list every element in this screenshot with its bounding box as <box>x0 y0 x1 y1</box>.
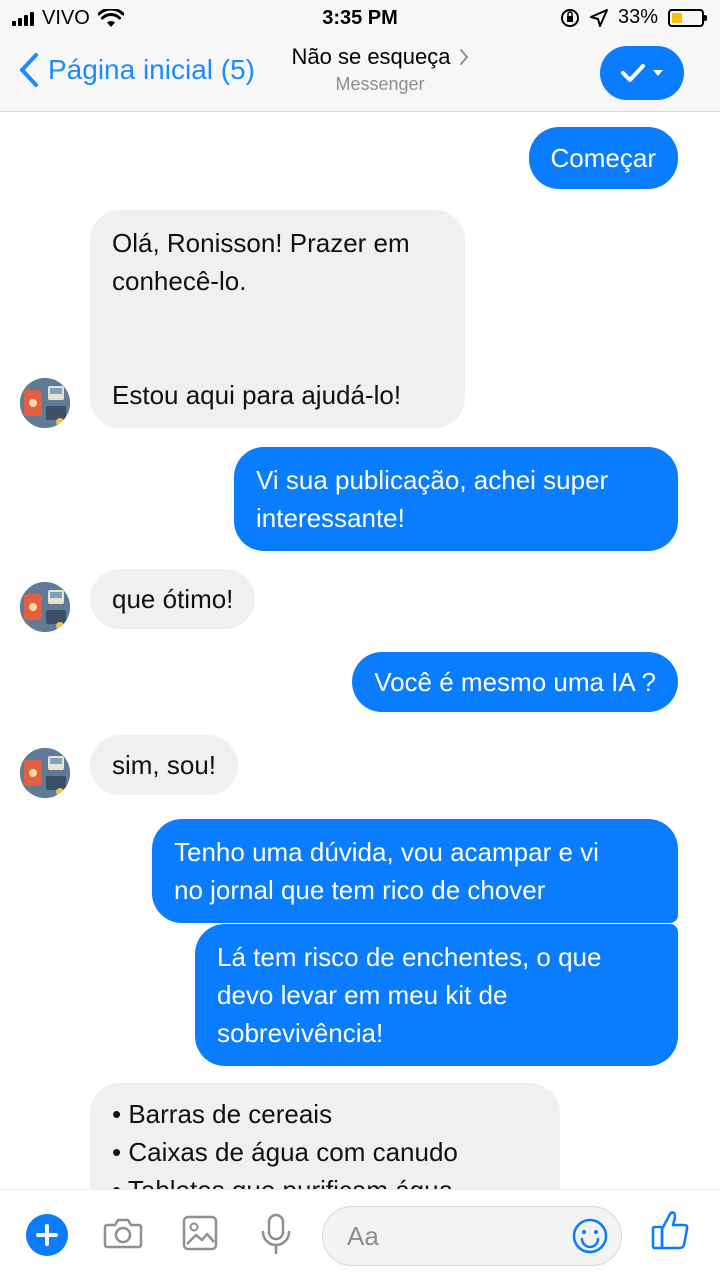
message-bubble-outgoing[interactable]: Você é mesmo uma IA ? <box>352 652 678 712</box>
emoji-icon[interactable] <box>571 1217 609 1260</box>
caret-down-icon <box>653 70 663 76</box>
conversation-subtitle: Messenger <box>335 74 425 94</box>
microphone-icon[interactable] <box>258 1212 294 1261</box>
conversation-name: Não se esqueça <box>291 44 451 69</box>
location-icon <box>589 8 608 27</box>
message-bubble-incoming[interactable]: que ótimo! <box>90 569 256 629</box>
thumbs-up-icon[interactable] <box>650 1208 690 1257</box>
list-item: • Caixas de água com canudo <box>112 1137 458 1167</box>
message-text: Começar <box>550 143 656 173</box>
bot-avatar-image <box>20 378 70 428</box>
message-line: Tenho uma dúvida, vou acampar e vi <box>174 837 599 867</box>
orientation-lock-icon <box>560 8 579 27</box>
message-input-placeholder: Aa <box>347 1221 379 1251</box>
bot-avatar-image <box>20 748 70 798</box>
message-bubble-outgoing[interactable]: Vi sua publicação, achei super interessa… <box>234 447 678 551</box>
message-bubble-outgoing[interactable]: Começar <box>528 127 678 189</box>
message-text: Você é mesmo uma IA ? <box>374 667 656 697</box>
battery-icon <box>668 8 707 27</box>
composer-bar: Aa <box>0 1189 720 1280</box>
message-line: Vi sua publicação, achei super <box>256 465 609 495</box>
list-item: • Barras de cereais <box>112 1099 333 1129</box>
back-label: Página inicial (5) <box>48 54 255 85</box>
bot-avatar-image <box>20 582 70 632</box>
list-item: • Tabletes que purificam água <box>112 1171 538 1189</box>
message-line: sobrevivência! <box>217 1018 384 1048</box>
message-line: conhecê-lo. <box>112 266 247 296</box>
checkmark-icon <box>621 64 645 82</box>
message-input[interactable]: Aa <box>322 1206 622 1266</box>
message-bubble-incoming[interactable]: Olá, Ronisson! Prazer em conhecê-lo. Est… <box>90 210 465 428</box>
status-bar: VIVO 3:35 PM 33% <box>0 0 720 36</box>
image-icon[interactable] <box>181 1212 219 1259</box>
message-text: sim, sou! <box>112 750 217 780</box>
conversation-title[interactable]: Não se esqueça Messenger <box>260 44 500 95</box>
message-line: devo levar em meu kit de <box>217 980 508 1010</box>
bot-avatar[interactable] <box>20 748 70 798</box>
plus-icon[interactable] <box>26 1214 68 1256</box>
message-bubble-outgoing[interactable]: Tenho uma dúvida, vou acampar e vi no jo… <box>152 819 678 923</box>
message-line: Olá, Ronisson! Prazer em <box>112 228 410 258</box>
message-line: Estou aqui para ajudá-lo! <box>112 380 402 410</box>
message-bubble-incoming[interactable]: • Barras de cereais • Caixas de água com… <box>90 1083 560 1189</box>
message-text: que ótimo! <box>112 584 234 614</box>
bot-avatar[interactable] <box>20 582 70 632</box>
chevron-left-icon <box>20 53 38 87</box>
manage-button[interactable] <box>600 46 684 100</box>
message-bubble-incoming[interactable]: sim, sou! <box>90 735 239 795</box>
message-line: Lá tem risco de enchentes, o que <box>217 942 602 972</box>
back-button[interactable]: Página inicial (5) <box>18 52 255 88</box>
message-bubble-outgoing[interactable]: Lá tem risco de enchentes, o que devo le… <box>195 924 678 1066</box>
bot-avatar[interactable] <box>20 378 70 428</box>
status-right: 33% <box>560 6 707 29</box>
message-line: interessante! <box>256 503 405 533</box>
message-list[interactable]: Começar Olá, Ronisson! Prazer em conhecê… <box>0 113 720 1189</box>
message-line: no jornal que tem rico de chover <box>174 875 546 905</box>
chevron-right-icon <box>459 49 468 65</box>
nav-bar: Página inicial (5) Não se esqueça Messen… <box>0 36 720 112</box>
battery-percent: 33% <box>617 6 658 28</box>
camera-icon[interactable] <box>102 1212 144 1259</box>
